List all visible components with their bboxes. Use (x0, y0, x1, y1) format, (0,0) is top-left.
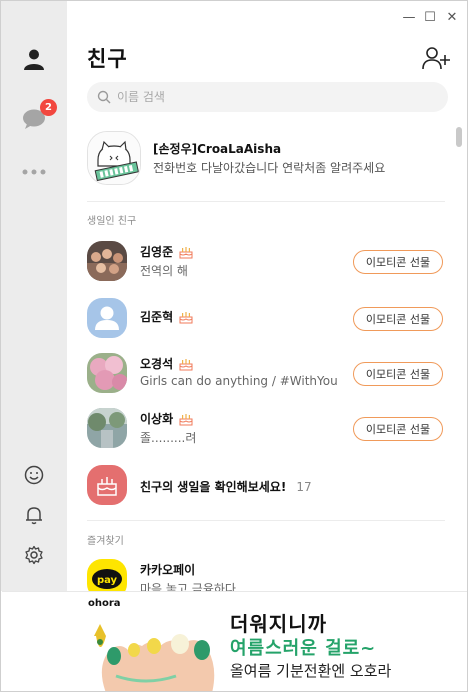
friend-name: 김영준 (140, 245, 174, 259)
check-birthdays-label-wrap: 친구의 생일을 확인해보세요! 17 (140, 478, 312, 495)
birthday-count: 17 (296, 479, 312, 494)
my-profile[interactable]: [손정우]CroaLaAisha 전화번호 다날아갔습니다 연락처좀 알려주세요 (87, 131, 447, 187)
favorite-name-wrap: 카카오페이 (140, 561, 195, 578)
friend-name: 오경석 (140, 357, 174, 371)
ad-feet-illustration-icon (94, 624, 215, 691)
friend-row[interactable]: 김영준 전역의 해 이모티콘 선물 (87, 241, 447, 285)
ad-banner[interactable]: ohora 더워지니까 여름스러운 걸로~ 올여름 기분전환엔 오호라 (2, 591, 467, 691)
divider (87, 520, 445, 521)
cake-icon (179, 358, 193, 370)
friend-status: Girls can do anything / #WithYou (140, 374, 338, 388)
svg-text:pay: pay (97, 575, 118, 586)
notifications-button[interactable] (1, 495, 67, 535)
settings-button[interactable] (1, 535, 67, 575)
birthday-section-label: 생일인 친구 (87, 216, 137, 227)
search-bar[interactable] (87, 82, 448, 112)
friend-row[interactable]: 이상화 졸.........려 이모티콘 선물 (87, 408, 447, 452)
avatar (87, 408, 127, 448)
my-name: [손정우]CroaLaAisha (153, 142, 282, 156)
check-birthdays-label: 친구의 생일을 확인해보세요! (140, 480, 287, 494)
scrollbar-thumb[interactable] (456, 127, 462, 147)
gear-icon (25, 545, 43, 565)
close-button[interactable]: ✕ (444, 9, 460, 25)
friend-row[interactable]: 오경석 Girls can do anything / #WithYou 이모티… (87, 353, 447, 397)
avatar (87, 298, 127, 338)
friend-name: 김준혁 (140, 310, 174, 324)
person-icon (24, 49, 44, 70)
friend-name-wrap: 김영준 (140, 243, 193, 260)
gift-emoticon-button[interactable]: 이모티콘 선물 (353, 250, 443, 274)
flowers-photo-icon (87, 353, 127, 393)
default-person-icon (95, 306, 119, 330)
check-birthdays-row[interactable]: 친구의 생일을 확인해보세요! 17 (87, 465, 447, 509)
app-window: 2 — ☐ ✕ 친구 이름 검색 [손정우]CroaLaAisha 전화번호 다… (0, 0, 468, 692)
friend-name-wrap: 이상화 (140, 410, 193, 427)
search-input[interactable] (117, 90, 417, 104)
cake-icon (179, 413, 193, 425)
cake-icon (179, 311, 193, 323)
birthday-avatar (87, 465, 127, 505)
my-avatar (87, 131, 141, 185)
friend-status: 졸.........려 (140, 431, 197, 445)
gift-emoticon-button[interactable]: 이모티콘 선물 (353, 417, 443, 441)
avatar (87, 241, 127, 281)
maximize-button[interactable]: ☐ (422, 9, 438, 25)
minimize-button[interactable]: — (401, 9, 417, 25)
birthday-cake-icon (97, 477, 117, 496)
friend-row[interactable]: 김준혁 이모티콘 선물 (87, 298, 447, 342)
friend-name-wrap: 김준혁 (140, 308, 193, 325)
ad-headline: 더워지니까 (230, 612, 327, 636)
search-icon (97, 90, 111, 104)
ad-subheadline: 여름스러운 걸로~ (230, 638, 377, 659)
sidebar: 2 (1, 1, 67, 591)
friend-name: 이상화 (140, 412, 174, 426)
friend-name-wrap: 오경석 (140, 355, 193, 372)
more-tab[interactable] (1, 152, 67, 192)
add-friend-button[interactable] (421, 45, 451, 71)
favorites-section-label: 즐겨찾기 (87, 536, 124, 547)
group-photo-icon (87, 241, 127, 281)
favorite-name: 카카오페이 (140, 563, 196, 577)
outdoor-photo-icon (87, 408, 127, 448)
add-person-icon (422, 47, 450, 70)
my-status-message: 전화번호 다날아갔습니다 연락처좀 알려주세요 (153, 161, 386, 175)
avatar (87, 353, 127, 393)
bell-icon (26, 507, 42, 525)
page-title: 친구 (87, 47, 128, 71)
gift-emoticon-button[interactable]: 이모티콘 선물 (353, 362, 443, 386)
cat-illustration-icon (88, 132, 140, 184)
gift-emoticon-button[interactable]: 이모티콘 선물 (353, 307, 443, 331)
ad-tagline: 올여름 기분전환엔 오호라 (230, 662, 392, 680)
smiley-icon (24, 465, 44, 485)
emoticon-button[interactable] (1, 455, 67, 495)
friend-status: 전역의 해 (140, 264, 188, 278)
chats-tab[interactable] (1, 99, 67, 139)
divider (87, 201, 445, 202)
friends-tab[interactable] (1, 39, 67, 79)
unread-badge: 2 (40, 99, 57, 116)
more-dots-icon (22, 169, 46, 175)
cake-icon (179, 246, 193, 258)
